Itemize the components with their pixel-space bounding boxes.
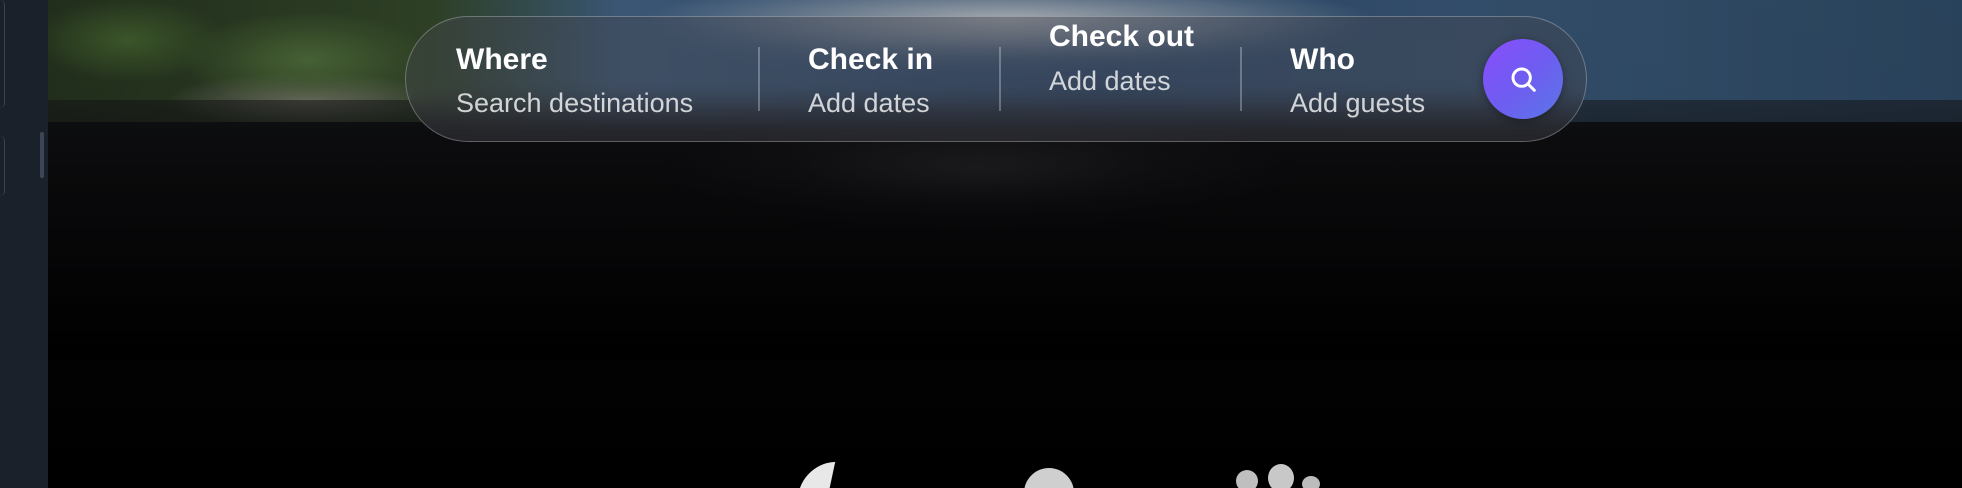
where-field[interactable]: Where Search destinations (456, 37, 693, 123)
check-in-field[interactable]: Check in Add dates (808, 37, 933, 123)
check-in-label: Check in (808, 43, 934, 76)
bottom-graphic (1236, 470, 1258, 488)
check-in-placeholder: Add dates (808, 88, 930, 118)
check-out-placeholder: Add dates (1049, 66, 1171, 96)
who-field[interactable]: Who Add guests (1290, 37, 1425, 123)
who-label: Who (1290, 43, 1355, 76)
search-button[interactable] (1483, 39, 1563, 119)
divider (758, 47, 760, 111)
where-placeholder: Search destinations (456, 88, 694, 118)
rail-panel-edge (0, 136, 5, 196)
where-label: Where (456, 43, 548, 76)
check-out-field[interactable]: Check out Add dates (1049, 13, 1209, 101)
divider (1240, 47, 1242, 111)
bottom-graphic (798, 462, 836, 488)
search-icon (1511, 67, 1536, 92)
left-rail (0, 0, 48, 488)
bottom-graphic (1268, 464, 1294, 488)
resize-handle[interactable] (40, 132, 44, 178)
divider (999, 47, 1001, 111)
who-placeholder: Add guests (1290, 88, 1426, 118)
bottom-graphic (1302, 476, 1320, 488)
rail-panel-edge (0, 0, 5, 108)
check-out-label: Check out (1049, 20, 1195, 53)
search-bar: Where Search destinations Check in Add d… (405, 16, 1587, 142)
bottom-graphic (1024, 468, 1074, 488)
